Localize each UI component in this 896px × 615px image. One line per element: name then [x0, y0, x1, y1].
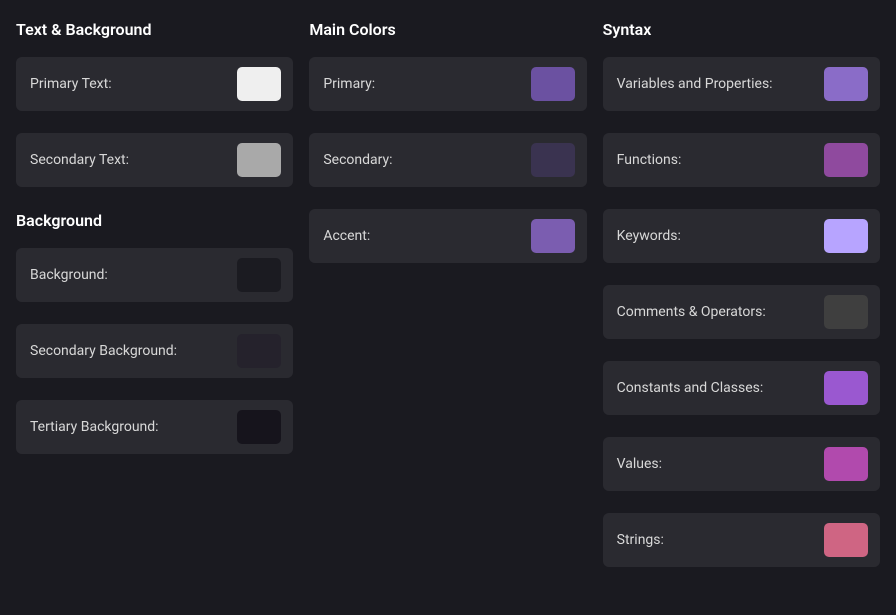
swatch-primary[interactable]: [531, 67, 575, 101]
swatch-keywords[interactable]: [824, 219, 868, 253]
swatch-variables[interactable]: [824, 67, 868, 101]
row-accent: Accent:: [309, 209, 586, 263]
section-title-syntax: Syntax: [603, 20, 880, 39]
swatch-comments[interactable]: [824, 295, 868, 329]
swatch-constants[interactable]: [824, 371, 868, 405]
col-main-colors: Main Colors Primary: Secondary: Accent:: [309, 20, 586, 589]
row-secondary-background: Secondary Background:: [16, 324, 293, 378]
label-background: Background:: [30, 267, 108, 283]
label-constants: Constants and Classes:: [617, 380, 764, 396]
row-secondary: Secondary:: [309, 133, 586, 187]
row-functions: Functions:: [603, 133, 880, 187]
section-title-main-colors: Main Colors: [309, 20, 586, 39]
label-primary: Primary:: [323, 76, 375, 92]
label-comments: Comments & Operators:: [617, 304, 766, 320]
swatch-functions[interactable]: [824, 143, 868, 177]
row-strings: Strings:: [603, 513, 880, 567]
label-accent: Accent:: [323, 228, 370, 244]
row-primary: Primary:: [309, 57, 586, 111]
col-text-background: Text & Background Primary Text: Secondar…: [16, 20, 293, 589]
label-keywords: Keywords:: [617, 228, 681, 244]
swatch-primary-text[interactable]: [237, 67, 281, 101]
label-values: Values:: [617, 456, 662, 472]
row-primary-text: Primary Text:: [16, 57, 293, 111]
swatch-secondary-text[interactable]: [237, 143, 281, 177]
row-variables: Variables and Properties:: [603, 57, 880, 111]
row-constants: Constants and Classes:: [603, 361, 880, 415]
swatch-strings[interactable]: [824, 523, 868, 557]
label-functions: Functions:: [617, 152, 682, 168]
row-tertiary-background: Tertiary Background:: [16, 400, 293, 454]
section-title-text-bg: Text & Background: [16, 20, 293, 39]
subsection-title-background: Background: [16, 211, 293, 230]
row-keywords: Keywords:: [603, 209, 880, 263]
swatch-values[interactable]: [824, 447, 868, 481]
row-comments: Comments & Operators:: [603, 285, 880, 339]
swatch-accent[interactable]: [531, 219, 575, 253]
row-values: Values:: [603, 437, 880, 491]
row-secondary-text: Secondary Text:: [16, 133, 293, 187]
label-secondary: Secondary:: [323, 152, 392, 168]
row-background: Background:: [16, 248, 293, 302]
swatch-secondary-background[interactable]: [237, 334, 281, 368]
swatch-tertiary-background[interactable]: [237, 410, 281, 444]
label-strings: Strings:: [617, 532, 664, 548]
settings-columns: Text & Background Primary Text: Secondar…: [16, 20, 880, 589]
label-primary-text: Primary Text:: [30, 76, 112, 92]
swatch-background[interactable]: [237, 258, 281, 292]
label-variables: Variables and Properties:: [617, 76, 773, 92]
label-tertiary-background: Tertiary Background:: [30, 419, 159, 435]
label-secondary-text: Secondary Text:: [30, 152, 129, 168]
swatch-secondary[interactable]: [531, 143, 575, 177]
col-syntax: Syntax Variables and Properties: Functio…: [603, 20, 880, 589]
label-secondary-background: Secondary Background:: [30, 343, 177, 359]
